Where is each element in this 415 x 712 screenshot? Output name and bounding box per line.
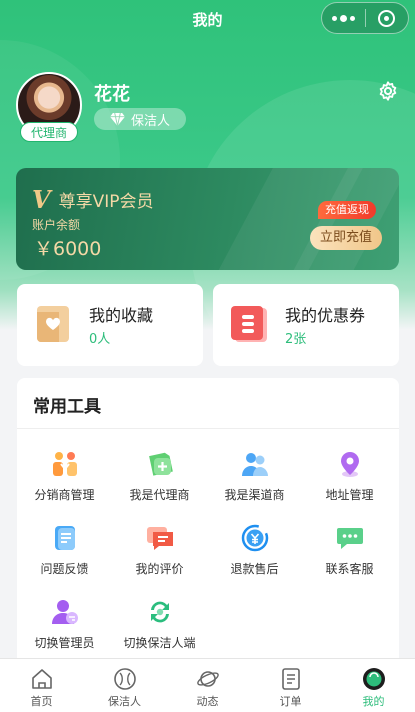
coupons-count: 2张 [285, 332, 307, 347]
vip-logo-icon: V [32, 185, 51, 214]
balance-label: 账户余额 [32, 218, 81, 232]
distributor-icon [53, 452, 77, 476]
tab-orders[interactable]: 订单 [249, 659, 332, 712]
diamond-icon [110, 112, 125, 126]
identity-label: 保洁人 [130, 113, 170, 129]
tools-title: 常用工具 [33, 397, 101, 417]
profile-icon [362, 668, 385, 690]
promo-badge: 充值返现 [318, 201, 376, 219]
tool-distributor-management[interactable]: 分销商管理 [17, 450, 112, 518]
home-icon [31, 669, 52, 689]
role-badge: 代理商 [20, 122, 78, 142]
tool-channel[interactable]: 我是渠道商 [207, 450, 302, 518]
vip-card[interactable]: V 尊享VIP会员 账户余额 ￥6000 充值返现 立即充值 [16, 168, 399, 270]
cleaner-icon [113, 668, 136, 690]
tool-refund-after-sales[interactable]: 退款售后 [207, 524, 302, 592]
identity-badge: 保洁人 [94, 108, 186, 130]
navigation-bar: 我的 [0, 0, 415, 40]
vip-title: V 尊享VIP会员 [32, 185, 154, 214]
favorites-count: 0人 [89, 332, 111, 347]
gear-icon[interactable] [377, 80, 399, 102]
favorites-card[interactable]: 我的收藏 0人 [17, 284, 203, 366]
bookmark-heart-icon [37, 306, 69, 342]
tool-my-reviews[interactable]: 我的评价 [112, 524, 207, 592]
tool-feedback[interactable]: 问题反馈 [17, 524, 112, 592]
channel-icon [242, 453, 268, 476]
tool-agent[interactable]: 我是代理商 [112, 450, 207, 518]
location-pin-icon [341, 452, 359, 477]
order-icon [281, 668, 300, 690]
refund-icon [241, 524, 269, 552]
miniprogram-capsule [321, 2, 409, 34]
chat-icon [337, 528, 363, 549]
coupons-title: 我的优惠券 [285, 306, 366, 325]
tool-switch-cleaner[interactable]: 切换保洁人端 [112, 598, 207, 666]
feedback-icon [55, 526, 75, 550]
header-background [0, 0, 415, 330]
switch-cleaner-icon [151, 601, 169, 623]
tab-home[interactable]: 首页 [0, 659, 83, 712]
close-miniprogram-icon[interactable] [366, 3, 408, 33]
common-tools-panel: 常用工具 分销商管理 我是代理商 我是渠道商 地址管理 问题反馈 我的评价 退款… [17, 378, 399, 678]
more-menu-icon[interactable] [322, 3, 365, 33]
tab-bar: 首页 保洁人 动态 订单 我的 [0, 658, 415, 712]
tab-cleaner[interactable]: 保洁人 [83, 659, 166, 712]
tool-switch-admin[interactable]: 切换管理员 [17, 598, 112, 666]
user-profile: 代理商 花花 保洁人 [16, 72, 399, 144]
coupons-card[interactable]: 我的优惠券 2张 [213, 284, 399, 366]
coupon-icon [231, 306, 267, 342]
user-name: 花花 [94, 84, 130, 105]
tool-contact-support[interactable]: 联系客服 [302, 524, 397, 592]
balance-value: ￥6000 [34, 238, 102, 260]
switch-admin-icon [52, 600, 78, 624]
recharge-button[interactable]: 立即充值 [310, 226, 382, 250]
tool-address-management[interactable]: 地址管理 [302, 450, 397, 518]
tab-mine[interactable]: 我的 [332, 659, 415, 712]
agent-icon [149, 452, 173, 476]
favorites-title: 我的收藏 [89, 306, 154, 325]
review-icon [147, 527, 173, 550]
planet-icon [196, 671, 219, 687]
tab-moments[interactable]: 动态 [166, 659, 249, 712]
